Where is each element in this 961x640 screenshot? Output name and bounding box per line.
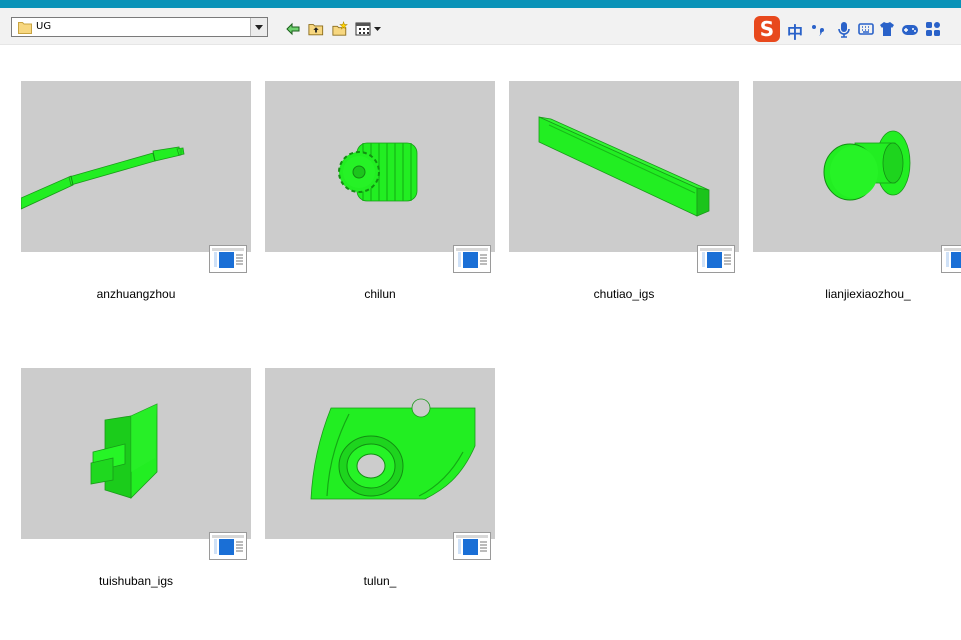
rack-bar-model-image <box>538 116 710 217</box>
push-plate-model-image <box>90 403 158 499</box>
thumbnail-preview <box>21 368 251 539</box>
file-name-label: tulun_ <box>363 574 397 588</box>
cam-model-image <box>310 398 476 500</box>
location-combo[interactable]: UG <box>11 17 268 37</box>
folder-up-icon[interactable] <box>308 21 324 37</box>
ug-file-type-icon <box>209 532 247 560</box>
ug-file-type-icon <box>453 532 491 560</box>
gamepad-icon[interactable] <box>901 21 919 37</box>
skin-shirt-icon[interactable] <box>879 21 895 37</box>
file-tile-lianjiexiaozhou[interactable]: lianjiexiaozhou_ <box>753 81 961 311</box>
apps-grid-icon[interactable] <box>925 21 941 37</box>
file-name-label: lianjiexiaozhou_ <box>825 287 911 301</box>
connecting-pin-model-image <box>823 130 911 201</box>
file-name-label: anzhuangzhou <box>96 287 176 301</box>
file-name-label: chilun <box>364 287 396 301</box>
view-menu-icon[interactable] <box>355 21 383 37</box>
punctuation-icon[interactable] <box>811 21 825 37</box>
file-tile-chilun[interactable]: chilun <box>265 81 495 311</box>
ug-file-type-icon <box>453 245 491 273</box>
ug-file-type-icon <box>209 245 247 273</box>
keyboard-icon[interactable] <box>858 21 874 37</box>
file-tile-tulun[interactable]: tulun_ <box>265 368 495 598</box>
new-folder-icon[interactable] <box>332 21 348 37</box>
thumbnail-preview <box>509 81 739 252</box>
thumbnail-preview <box>265 81 495 252</box>
file-tile-anzhuangzhou[interactable]: anzhuangzhou <box>21 81 251 311</box>
file-tile-tuishuban-igs[interactable]: tuishuban_igs <box>21 368 251 598</box>
microphone-icon[interactable] <box>837 21 851 39</box>
thumbnail-preview <box>753 81 961 252</box>
ime-toolbar: S 中 <box>751 16 961 44</box>
location-label: UG <box>36 21 52 32</box>
window-title-strip <box>0 0 961 8</box>
sogou-logo-icon[interactable]: S <box>754 16 780 42</box>
thumbnail-preview <box>265 368 495 539</box>
file-tile-chutiao-igs[interactable]: chutiao_igs <box>509 81 739 311</box>
chevron-down-icon <box>255 25 263 30</box>
ime-mode-toggle[interactable]: 中 <box>787 19 803 43</box>
ug-file-type-icon <box>941 245 961 273</box>
shaft-model-image <box>21 146 185 210</box>
file-dialog-toolbar: UG S 中 <box>0 8 961 45</box>
folder-icon <box>18 22 32 34</box>
file-name-label: chutiao_igs <box>593 287 655 301</box>
ug-file-type-icon <box>697 245 735 273</box>
thumbnail-preview <box>21 81 251 252</box>
gear-model-image <box>338 142 418 202</box>
back-arrow-icon[interactable] <box>285 21 301 37</box>
file-thumbnail-grid: anzhuangzhou chilun chutiao_igs lianjiex… <box>0 44 961 640</box>
file-name-label: tuishuban_igs <box>98 574 174 588</box>
location-dropdown-button[interactable] <box>250 18 267 36</box>
